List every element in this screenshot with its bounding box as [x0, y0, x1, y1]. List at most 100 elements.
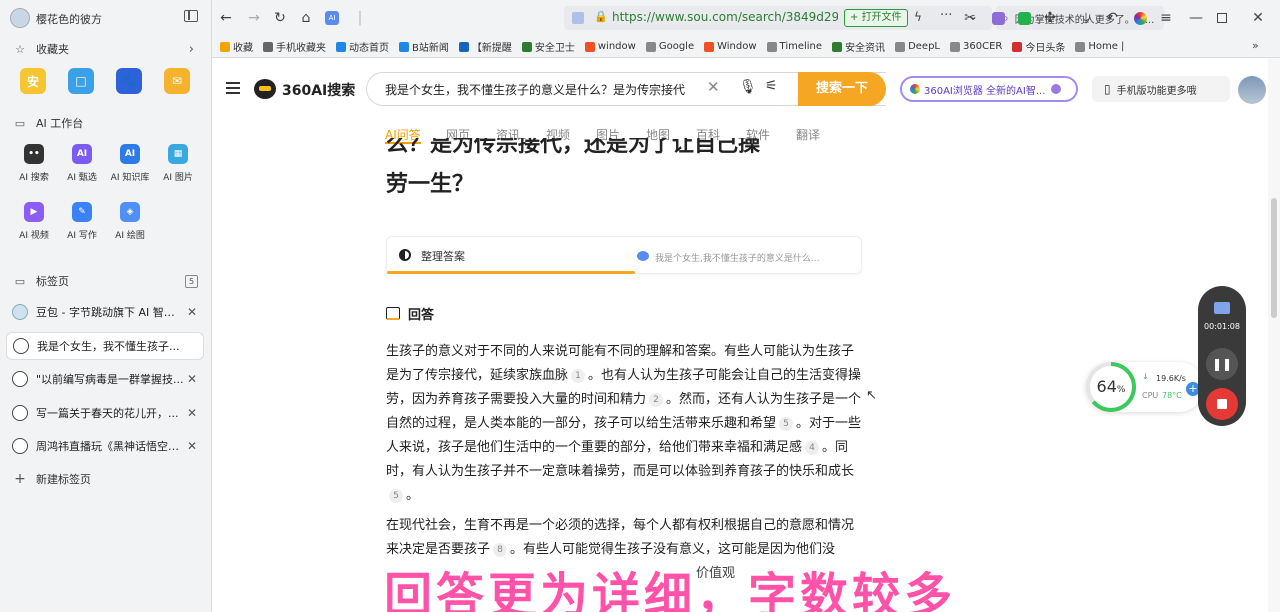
mobile-version-button[interactable]: ▯ 手机版功能更多哦 — [1092, 76, 1230, 102]
performance-widget[interactable]: 64% ↓ 19.6K/s CPU 78°C + — [1086, 362, 1204, 412]
sidebar-tab-title: 写一篇关于春天的花儿开，... — [36, 406, 179, 420]
undo-icon[interactable]: ↶ — [1102, 8, 1122, 28]
bookmark-icon — [336, 41, 346, 52]
menu-icon[interactable]: ≡ — [1156, 8, 1176, 28]
bookmark-item[interactable]: Google — [645, 41, 694, 52]
search-button[interactable]: 搜索一下 — [798, 72, 886, 106]
bookmark-item[interactable]: B站新闻 — [399, 39, 449, 54]
bookmark-label: 动态首页 — [349, 43, 389, 54]
divider-icon: | — [357, 10, 363, 26]
citation-badge[interactable]: 2 — [649, 393, 664, 407]
camera-icon[interactable] — [1214, 302, 1230, 314]
sidebar-tab[interactable]: 周鸿祎直播玩《黑神话悟空》... ✕ — [6, 432, 204, 460]
close-icon[interactable]: ✕ — [184, 372, 200, 386]
bookmark-item[interactable]: 安全卫士 — [521, 39, 575, 54]
page-scrollbar[interactable] — [1268, 58, 1280, 612]
back-icon[interactable]: ← — [216, 8, 236, 28]
app-baidu[interactable]: 🐾 — [116, 68, 142, 94]
bookmark-label: window — [597, 41, 636, 52]
sidebar-tab[interactable]: "以前编写病毒是一群掌握技... ✕ — [6, 365, 204, 393]
bookmark-item[interactable]: window — [584, 41, 636, 52]
ai-extension-icon[interactable]: AI — [322, 8, 342, 28]
tab-favicon-icon — [12, 404, 28, 421]
open-file-button[interactable]: + 打开文件 — [844, 9, 908, 27]
app-anquan[interactable]: 安 — [20, 68, 46, 94]
microphone-icon[interactable]: 🎙 — [739, 79, 757, 95]
home-icon[interactable]: ⌂ — [296, 8, 316, 28]
web-page: 360AI搜索 我是个女生，我不懂生孩子的意义是什么？是为传宗接代，还 ✕ 🎙 … — [212, 58, 1268, 612]
tabs-icon: ▭ — [14, 274, 26, 288]
citation-badge[interactable]: 4 — [805, 441, 820, 455]
sidebar-tab-title: 周鸿祎直播玩《黑神话悟空》... — [36, 440, 184, 453]
favorites-label: 收藏夹 — [36, 43, 69, 56]
bookmark-item[interactable]: 【新提醒 — [458, 39, 512, 54]
user-avatar[interactable] — [1238, 76, 1266, 104]
favorites-row[interactable]: ☆ 收藏夹 › — [0, 40, 212, 58]
close-icon[interactable]: ✕ — [184, 305, 200, 319]
forward-icon[interactable]: → — [244, 8, 264, 28]
bookmark-item[interactable]: 动态首页 — [336, 39, 389, 54]
bookmark-item[interactable]: Home | — [1075, 41, 1124, 52]
app-bilibili[interactable]: □ — [68, 68, 94, 94]
cpu-label: CPU — [1142, 391, 1159, 400]
ai-tool-3[interactable]: ▦ AI 图片 — [156, 144, 200, 183]
tabs-header: ▭ 标签页 5 — [0, 272, 212, 290]
citation-badge[interactable]: 5 — [389, 489, 403, 503]
bookmark-item[interactable]: Window — [704, 41, 757, 52]
cpu-temp: 78°C — [1162, 391, 1182, 400]
new-tab-button[interactable]: + 新建标签页 — [0, 470, 212, 488]
sidebar-tab[interactable]: 我是个女生，我不懂生孩子... — [6, 331, 204, 360]
citation-badge[interactable]: 1 — [571, 369, 586, 383]
hamburger-icon[interactable] — [226, 82, 240, 94]
pause-button[interactable]: ❚❚ — [1206, 348, 1238, 380]
ai-tool-5[interactable]: ✎ AI 写作 — [60, 202, 104, 241]
sidebar-toggle-icon[interactable] — [184, 10, 198, 22]
more-icon[interactable]: ··· — [940, 8, 952, 23]
color-wheel-icon[interactable] — [1130, 8, 1150, 28]
organize-answer-card[interactable]: 整理答案 我是个女生,我不懂生孩子的意义是什么... — [386, 236, 862, 274]
citation-badge[interactable]: 5 — [779, 417, 794, 431]
bookmark-item[interactable]: 今日头条 — [1012, 39, 1065, 54]
logo-360-icon[interactable] — [254, 79, 276, 99]
reload-icon[interactable]: ↻ — [270, 8, 290, 28]
ai-tool-0[interactable]: •• AI 搜索 — [12, 144, 56, 183]
bookmark-item[interactable]: 安全资讯 — [832, 39, 885, 54]
bookmark-item[interactable]: 360CER — [950, 41, 1002, 52]
close-icon[interactable]: ✕ — [184, 406, 200, 420]
ai-browser-promo[interactable]: 360AI浏览器 全新的AI智... — [900, 76, 1078, 102]
profile-avatar[interactable] — [10, 8, 30, 28]
profile-name[interactable]: 樱花色的彼方 — [36, 11, 102, 27]
download-icon[interactable]: ⤓ — [1076, 8, 1096, 28]
extension-purple-icon[interactable] — [988, 8, 1008, 28]
bookmark-item[interactable]: Timeline — [766, 41, 822, 52]
citation-badge[interactable]: 8 — [493, 543, 508, 557]
bookmark-label: 收藏 — [233, 43, 253, 54]
ai-tool-2[interactable]: AI AI 知识库 — [108, 144, 152, 183]
ai-workbench-row: ▭ AI 工作台 — [0, 114, 212, 132]
settings-sliders-icon[interactable]: ⚟ — [765, 78, 778, 94]
tabs-label: 标签页 — [36, 275, 69, 288]
sidebar-tab[interactable]: 豆包 - 字节跳动旗下 AI 智能... ✕ — [6, 298, 204, 326]
minimize-icon[interactable]: — — [1186, 8, 1206, 28]
logo-text[interactable]: 360AI搜索 — [282, 80, 355, 100]
stop-button[interactable] — [1206, 388, 1238, 420]
clear-icon[interactable]: ✕ — [707, 78, 720, 96]
bookmark-icon — [521, 41, 532, 52]
ai-tool-6[interactable]: ◈ AI 绘图 — [108, 202, 152, 241]
wechat-icon[interactable] — [1014, 8, 1034, 28]
bookmark-item[interactable]: DeepL — [895, 41, 940, 52]
ai-tool-1[interactable]: AI AI 甄选 — [60, 144, 104, 183]
sidebar-tab[interactable]: 写一篇关于春天的花儿开，... ✕ — [6, 399, 204, 427]
scissors-icon[interactable]: ✂ — [960, 8, 980, 28]
close-icon[interactable]: ✕ — [184, 439, 200, 453]
flash-icon[interactable]: ϟ — [914, 10, 922, 24]
bookmark-item[interactable]: 收藏 — [220, 39, 253, 54]
maximize-icon[interactable] — [1212, 8, 1232, 28]
bookmark-item[interactable]: 手机收藏夹 — [263, 39, 326, 54]
puzzle-icon[interactable]: ✣ — [1040, 8, 1060, 28]
close-icon[interactable]: ✕ — [1248, 8, 1268, 28]
ai-tool-4[interactable]: ▶ AI 视频 — [12, 202, 56, 241]
bookmarks-overflow-icon[interactable]: » — [1252, 39, 1259, 52]
app-mail[interactable]: ✉ — [164, 68, 190, 94]
address-bar[interactable]: 🔒 https://www.sou.com/search/3849d29e( +… — [564, 6, 992, 30]
